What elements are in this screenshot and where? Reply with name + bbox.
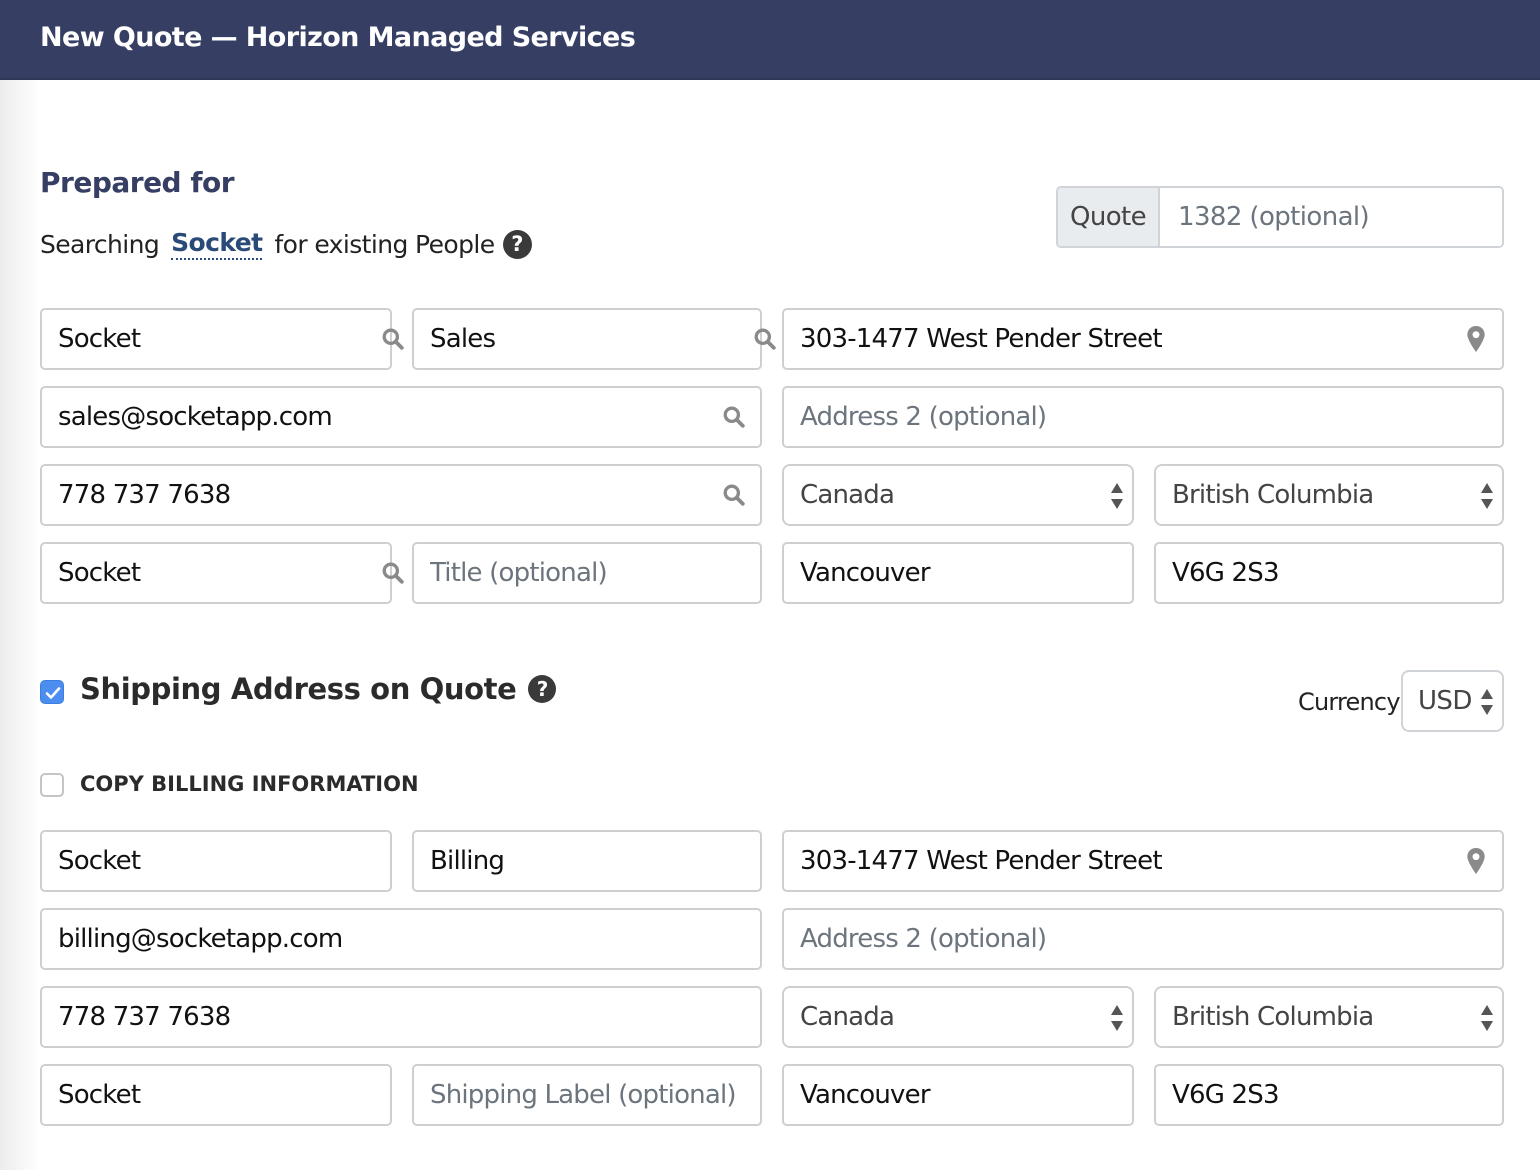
shipping-contact-field[interactable] <box>412 830 762 892</box>
billing-city-input[interactable] <box>784 544 1132 602</box>
shipping-email-field[interactable] <box>40 908 762 970</box>
shipping-label-field[interactable] <box>412 1064 762 1126</box>
billing-title-input[interactable] <box>414 544 760 602</box>
currency-label: Currency <box>1298 688 1401 716</box>
billing-company-input[interactable] <box>42 310 382 368</box>
shipping-country-dropdown[interactable]: Canada <box>784 988 1132 1046</box>
shipping-address1-field[interactable] <box>782 830 1504 892</box>
search-suffix: for existing People <box>274 229 495 259</box>
search-icon[interactable] <box>382 310 404 368</box>
billing-address2-field[interactable] <box>782 386 1504 448</box>
billing-phone-input[interactable] <box>42 466 714 524</box>
shipping-address-heading: Shipping Address on Quote ? <box>80 672 557 706</box>
copy-billing-label: COPY BILLING INFORMATION <box>80 772 419 796</box>
billing-email-field[interactable] <box>40 386 762 448</box>
billing-country-select[interactable]: Canada <box>782 464 1134 526</box>
quote-number-group: Quote <box>1056 186 1504 248</box>
search-source-link[interactable]: Socket <box>171 228 263 260</box>
check-icon <box>45 687 61 699</box>
search-icon[interactable] <box>714 388 754 446</box>
shipping-email-input[interactable] <box>42 910 760 968</box>
currency-dropdown[interactable]: USD <box>1403 672 1502 730</box>
shipping-postal-input[interactable] <box>1156 1066 1502 1124</box>
copy-billing-checkbox[interactable] <box>40 773 64 797</box>
billing-province-dropdown[interactable]: British Columbia <box>1156 466 1502 524</box>
billing-address2-input[interactable] <box>784 388 1502 446</box>
billing-name-input[interactable] <box>42 544 382 602</box>
shipping-name-input[interactable] <box>42 1066 390 1124</box>
shipping-province-dropdown[interactable]: British Columbia <box>1156 988 1502 1046</box>
shipping-country-select[interactable]: Canada <box>782 986 1134 1048</box>
shipping-address-checkbox[interactable] <box>40 680 64 704</box>
shipping-city-field[interactable] <box>782 1064 1134 1126</box>
shipping-company-input[interactable] <box>42 832 390 890</box>
shipping-contact-input[interactable] <box>414 832 760 890</box>
shipping-name-field[interactable] <box>40 1064 392 1126</box>
shipping-city-input[interactable] <box>784 1066 1132 1124</box>
billing-address1-input[interactable] <box>784 310 1456 368</box>
shipping-phone-input[interactable] <box>42 988 760 1046</box>
billing-postal-input[interactable] <box>1156 544 1502 602</box>
shipping-company-field[interactable] <box>40 830 392 892</box>
billing-contact-field[interactable] <box>412 308 776 370</box>
search-prefix: Searching <box>40 229 160 259</box>
shipping-phone-field[interactable] <box>40 986 762 1048</box>
billing-province-select[interactable]: British Columbia <box>1154 464 1504 526</box>
question-circle-icon[interactable]: ? <box>502 229 532 259</box>
quote-addon-label: Quote <box>1058 188 1160 246</box>
map-marker-icon[interactable] <box>1456 310 1496 368</box>
shipping-address2-input[interactable] <box>784 910 1502 968</box>
currency-select[interactable]: USD <box>1401 670 1504 732</box>
search-icon[interactable] <box>754 310 776 368</box>
shipping-address2-field[interactable] <box>782 908 1504 970</box>
page-title: New Quote — Horizon Managed Services <box>40 22 636 53</box>
billing-postal-field[interactable] <box>1154 542 1504 604</box>
billing-country-dropdown[interactable]: Canada <box>784 466 1132 524</box>
shipping-province-select[interactable]: British Columbia <box>1154 986 1504 1048</box>
shipping-address-label: Shipping Address on Quote <box>80 672 517 706</box>
quote-number-input[interactable] <box>1160 188 1502 246</box>
shipping-postal-field[interactable] <box>1154 1064 1504 1126</box>
map-marker-icon[interactable] <box>1456 832 1496 890</box>
shipping-address1-input[interactable] <box>784 832 1456 890</box>
billing-email-input[interactable] <box>42 388 714 446</box>
search-icon[interactable] <box>714 466 754 524</box>
billing-contact-input[interactable] <box>414 310 754 368</box>
question-circle-icon[interactable]: ? <box>528 675 557 703</box>
billing-phone-field[interactable] <box>40 464 762 526</box>
billing-city-field[interactable] <box>782 542 1134 604</box>
search-icon[interactable] <box>382 544 404 602</box>
billing-address1-field[interactable] <box>782 308 1504 370</box>
app-header: New Quote — Horizon Managed Services <box>0 0 1540 80</box>
billing-company-field[interactable] <box>40 308 404 370</box>
prepared-for-heading: Prepared for <box>40 166 235 199</box>
billing-name-field[interactable] <box>40 542 404 604</box>
shipping-label-input[interactable] <box>414 1066 760 1124</box>
search-source-line: Searching Socket for existing People ? <box>40 228 532 260</box>
billing-title-field[interactable] <box>412 542 762 604</box>
